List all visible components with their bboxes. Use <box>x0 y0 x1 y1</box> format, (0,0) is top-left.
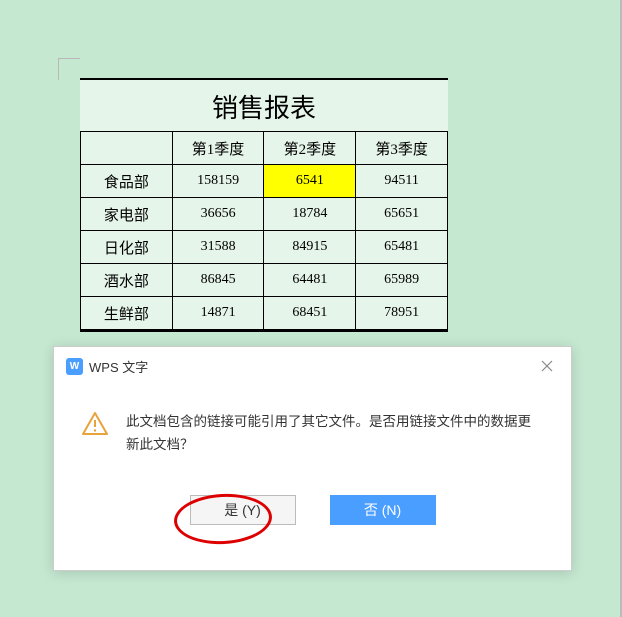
page-corner-marker <box>58 58 80 80</box>
row-label: 食品部 <box>81 165 173 198</box>
yes-button[interactable]: 是 (Y) <box>190 495 296 525</box>
dialog-message: 此文档包含的链接可能引用了其它文件。是否用链接文件中的数据更新此文档？ <box>126 411 541 457</box>
cell-q3: 78951 <box>356 297 448 330</box>
cell-q2: 64481 <box>264 264 356 297</box>
cell-q2: 18784 <box>264 198 356 231</box>
header-empty <box>81 132 173 165</box>
header-q3: 第3季度 <box>356 132 448 165</box>
row-label: 酒水部 <box>81 264 173 297</box>
table-row: 食品部158159654194511 <box>81 165 448 198</box>
table-row: 酒水部868456448165989 <box>81 264 448 297</box>
table-header-row: 第1季度 第2季度 第3季度 <box>81 132 448 165</box>
dialog-title-group: W WPS 文字 <box>66 357 148 376</box>
row-label: 日化部 <box>81 231 173 264</box>
cell-q1: 36656 <box>172 198 264 231</box>
dialog-title: WPS 文字 <box>89 357 148 376</box>
cell-q2: 6541 <box>264 165 356 198</box>
dialog-body: 此文档包含的链接可能引用了其它文件。是否用链接文件中的数据更新此文档？ <box>54 383 571 467</box>
header-q2: 第2季度 <box>264 132 356 165</box>
cell-q1: 14871 <box>172 297 264 330</box>
cell-q1: 158159 <box>172 165 264 198</box>
dialog-buttons: 是 (Y) 否 (N) <box>54 467 571 525</box>
cell-q3: 65481 <box>356 231 448 264</box>
table-row: 家电部366561878465651 <box>81 198 448 231</box>
row-label: 家电部 <box>81 198 173 231</box>
cell-q3: 65989 <box>356 264 448 297</box>
close-button[interactable] <box>535 354 559 378</box>
cell-q2: 68451 <box>264 297 356 330</box>
cell-q3: 94511 <box>356 165 448 198</box>
table-title: 销售报表 <box>80 80 448 131</box>
dialog-header: W WPS 文字 <box>54 347 571 383</box>
close-icon <box>541 360 553 372</box>
header-q1: 第1季度 <box>172 132 264 165</box>
row-label: 生鲜部 <box>81 297 173 330</box>
cell-q1: 86845 <box>172 264 264 297</box>
warning-icon <box>82 411 108 437</box>
no-button[interactable]: 否 (N) <box>330 495 436 525</box>
sales-report-table: 销售报表 第1季度 第2季度 第3季度 食品部158159654194511家电… <box>80 78 448 332</box>
data-table: 第1季度 第2季度 第3季度 食品部158159654194511家电部3665… <box>80 131 448 330</box>
confirm-dialog: W WPS 文字 此文档包含的链接可能引用了其它文件。是否用链接文件中的数据更新… <box>53 346 572 571</box>
cell-q3: 65651 <box>356 198 448 231</box>
cell-q1: 31588 <box>172 231 264 264</box>
table-row: 日化部315888491565481 <box>81 231 448 264</box>
cell-q2: 84915 <box>264 231 356 264</box>
table-row: 生鲜部148716845178951 <box>81 297 448 330</box>
wps-logo-icon: W <box>66 358 83 375</box>
